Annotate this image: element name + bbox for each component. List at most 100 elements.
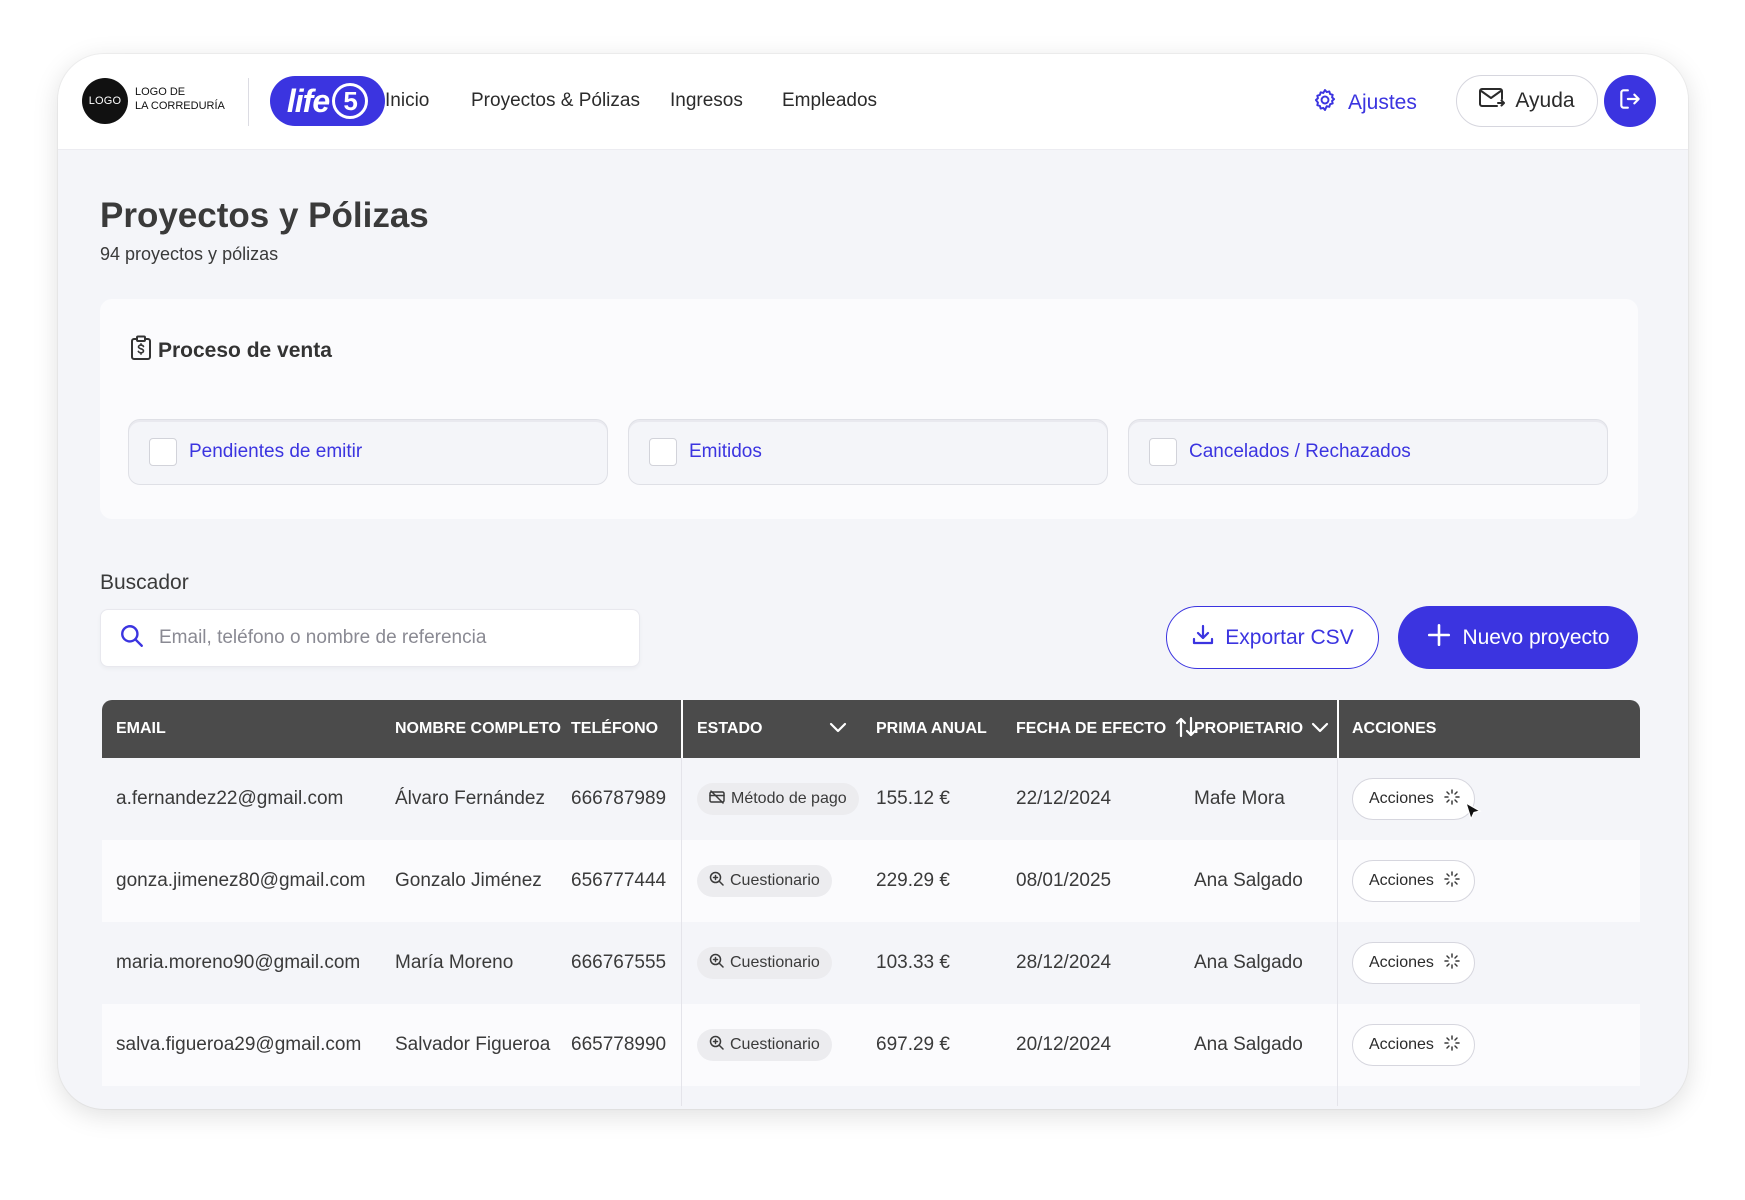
col-estado-filter[interactable]: ESTADO [697,700,847,758]
col-email-label: EMAIL [116,720,166,737]
cell-name: María Moreno [395,952,514,973]
search-input[interactable] [159,627,599,649]
column-divider [681,922,682,1004]
actions-button[interactable]: Acciones [1352,942,1475,984]
col-nombre-label: NOMBRE COMPLETO [395,720,561,737]
cell-date: 28/12/2024 [1016,952,1112,973]
life5-logo[interactable]: life 5 [270,76,385,126]
help-label: Ayuda [1515,89,1575,112]
column-divider [681,700,683,758]
column-divider [681,840,682,922]
new-project-button[interactable]: Nuevo proyecto [1398,606,1638,669]
page-title: Proyectos y Pólizas [100,196,429,235]
status-badge: Método de pago [697,783,859,815]
col-nombre[interactable]: NOMBRE COMPLETO [395,700,561,758]
actions-button[interactable]: Acciones [1352,778,1475,820]
logo-mark: LOGO [88,95,122,107]
cell-status: Método de pago [697,758,859,840]
cell-phone: 665778990 [571,1034,667,1055]
col-propietario-filter[interactable]: PROPIETARIO [1194,700,1329,758]
column-divider [1337,1004,1338,1086]
col-prima[interactable]: PRIMA ANUAL [876,700,987,758]
status-text: Cuestionario [730,872,820,889]
col-fecha-label: FECHA DE EFECTO [1016,720,1167,737]
filter-cancelados[interactable]: Cancelados / Rechazados [1128,419,1608,485]
cell-actions: Acciones [1352,758,1475,840]
cell-premium: 103.33 € [876,952,950,973]
table-row[interactable]: a.fernandez22@gmail.com Álvaro Fernández… [102,758,1640,840]
actions-button[interactable]: Acciones [1352,1024,1475,1066]
search-box[interactable] [100,609,640,667]
actions-label: Acciones [1369,790,1434,807]
table-row[interactable]: salva.figueroa29@gmail.com Salvador Figu… [102,1004,1640,1086]
logout-button[interactable] [1604,75,1656,127]
col-telefono[interactable]: TELÉFONO [571,700,658,758]
col-fecha-sort[interactable]: FECHA DE EFECTO [1016,700,1198,758]
new-project-label: Nuevo proyecto [1462,625,1610,649]
filter-pendientes[interactable]: Pendientes de emitir [128,419,608,485]
logout-icon [1617,86,1643,117]
clipboard-icon [130,335,152,367]
cell-actions: Acciones [1352,922,1475,1004]
nav-ingresos[interactable]: Ingresos [670,90,743,112]
filter-cancelados-label: Cancelados / Rechazados [1189,441,1411,462]
table-header: EMAIL NOMBRE COMPLETO TELÉFONO ESTADO PR… [102,700,1640,758]
settings-link[interactable]: Ajustes [1312,87,1417,119]
column-divider [1337,700,1339,758]
nav-inicio[interactable]: Inicio [385,90,429,112]
cell-actions: Acciones [1352,1004,1475,1086]
sparkle-icon [1444,870,1460,892]
settings-label: Ajustes [1348,91,1417,114]
export-csv-button[interactable]: Exportar CSV [1166,606,1379,669]
col-acciones-label: ACCIONES [1352,720,1437,737]
cell-premium: 155.12 € [876,788,950,809]
chevron-down-icon [829,720,847,738]
filter-cancelados-checkbox[interactable] [1149,438,1177,466]
col-prima-label: PRIMA ANUAL [876,720,987,737]
cell-status: Cuestionario [697,840,832,922]
filter-pendientes-label: Pendientes de emitir [189,441,363,462]
status-badge: Cuestionario [697,947,832,979]
export-csv-label: Exportar CSV [1225,625,1354,649]
app-window: LOGO LOGO DE LA CORREDURÍA life 5 Inicio … [58,54,1688,1109]
mail-icon [1479,87,1506,115]
table-row[interactable]: maria.moreno90@gmail.com María Moreno 66… [102,922,1640,1004]
plus-icon [1426,622,1452,654]
filter-pendientes-checkbox[interactable] [149,438,177,466]
cell-owner: Ana Salgado [1194,870,1303,891]
top-navigation-bar: LOGO LOGO DE LA CORREDURÍA life 5 Inicio … [58,54,1688,150]
actions-label: Acciones [1369,1036,1434,1053]
col-telefono-label: TELÉFONO [571,720,659,737]
search-doc-icon [709,953,724,973]
column-divider [1337,758,1338,840]
header-divider [248,78,249,126]
status-badge: Cuestionario [697,1029,832,1061]
actions-label: Acciones [1369,954,1434,971]
cell-email: gonza.jimenez80@gmail.com [116,870,366,891]
col-email[interactable]: EMAIL [116,700,166,758]
sales-process-card: Proceso de venta Pendientes de emitir Em… [100,299,1638,519]
cell-email: maria.moreno90@gmail.com [116,952,361,973]
nav-proyectos-polizas[interactable]: Proyectos & Pólizas [471,90,640,112]
sales-process-title-text: Proceso de venta [158,339,332,362]
filter-emitidos-checkbox[interactable] [649,438,677,466]
sales-process-title: Proceso de venta [130,335,332,367]
brokerage-logo-text: LOGO DE LA CORREDURÍA [135,85,225,113]
projects-table: EMAIL NOMBRE COMPLETO TELÉFONO ESTADO PR… [102,700,1640,1106]
search-label: Buscador [100,571,189,594]
cell-premium: 229.29 € [876,870,950,891]
brokerage-logo[interactable]: LOGO [82,78,128,124]
nav-empleados[interactable]: Empleados [782,90,877,112]
col-estado-label: ESTADO [697,720,763,737]
cell-phone: 656777444 [571,870,667,891]
filter-emitidos[interactable]: Emitidos [628,419,1108,485]
help-button[interactable]: Ayuda [1456,75,1598,127]
status-text: Método de pago [731,790,847,807]
brand-number: 5 [332,83,369,119]
actions-button[interactable]: Acciones [1352,860,1475,902]
table-row[interactable]: gonza.jimenez80@gmail.com Gonzalo Jiméne… [102,840,1640,922]
column-divider [681,1004,682,1086]
sparkle-icon [1444,952,1460,974]
sparkle-icon [1444,1034,1460,1056]
column-divider [1337,922,1338,1004]
